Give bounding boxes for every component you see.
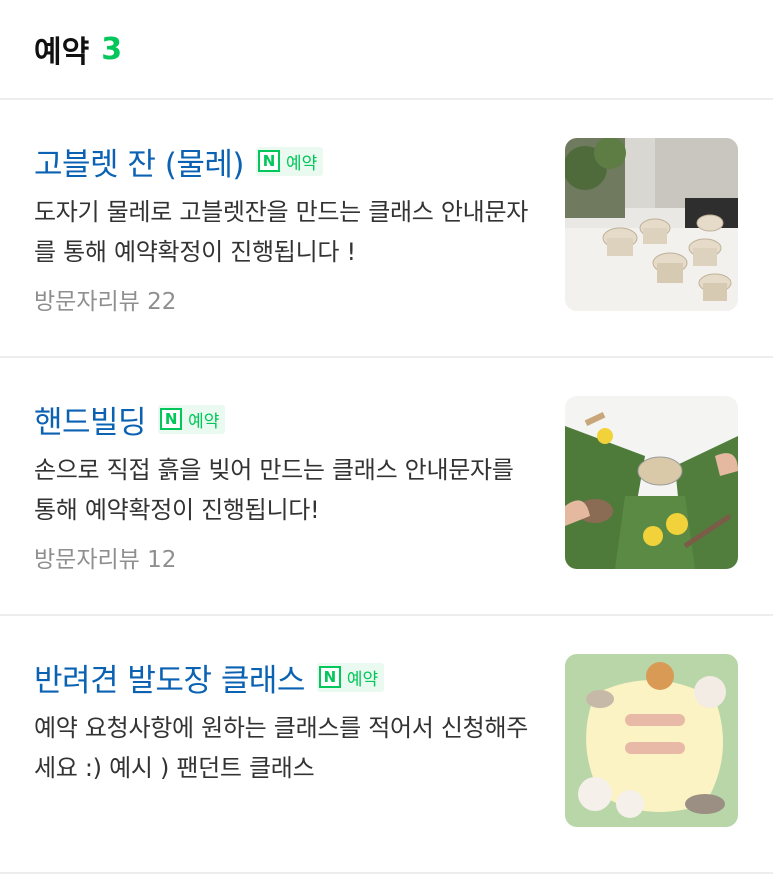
naver-n-icon: N	[318, 666, 341, 688]
item-title[interactable]: 핸드빌딩	[34, 397, 147, 442]
item-title[interactable]: 반려견 발도장 클래스	[34, 655, 305, 700]
review-count: 방문자리뷰 22	[34, 289, 177, 315]
list-item[interactable]: 핸드빌딩 N 예약 손으로 직접 흙을 빚어 만드는 클래스 안내문자를 통해 …	[0, 358, 773, 616]
booking-badge: N 예약	[316, 662, 385, 692]
item-description: 도자기 물레로 고블렛잔을 만드는 클래스 안내문자를 통해 예약확정이 진행됩…	[34, 198, 529, 266]
naver-n-icon: N	[258, 150, 281, 172]
thumbnail-image[interactable]	[565, 654, 738, 827]
item-description: 손으로 직접 흙을 빚어 만드는 클래스 안내문자를 통해 예약확정이 진행됩니…	[34, 456, 514, 524]
thumbnail-image[interactable]	[565, 138, 738, 311]
item-description: 예약 요청사항에 원하는 클래스를 적어서 신청해주세요 :) 예시 ) 팬던트…	[34, 714, 529, 782]
list-item[interactable]: 고블렛 잔 (물레) N 예약 도자기 물레로 고블렛잔을 만드는 클래스 안내…	[0, 100, 773, 358]
booking-badge: N 예약	[256, 146, 324, 176]
naver-n-icon: N	[160, 408, 183, 430]
badge-label: 예약	[346, 669, 379, 690]
section-header: 예약 3	[0, 0, 773, 100]
item-title[interactable]: 고블렛 잔 (물레)	[34, 139, 245, 184]
section-title: 예약	[34, 35, 90, 70]
badge-label: 예약	[188, 411, 220, 432]
list-item[interactable]: 반려견 발도장 클래스 N 예약 예약 요청사항에 원하는 클래스를 적어서 신…	[0, 616, 773, 874]
thumbnail-image[interactable]	[565, 396, 738, 569]
booking-badge: N 예약	[158, 404, 226, 434]
badge-label: 예약	[286, 153, 318, 174]
review-count: 방문자리뷰 12	[34, 547, 177, 573]
item-count: 3	[101, 31, 123, 67]
